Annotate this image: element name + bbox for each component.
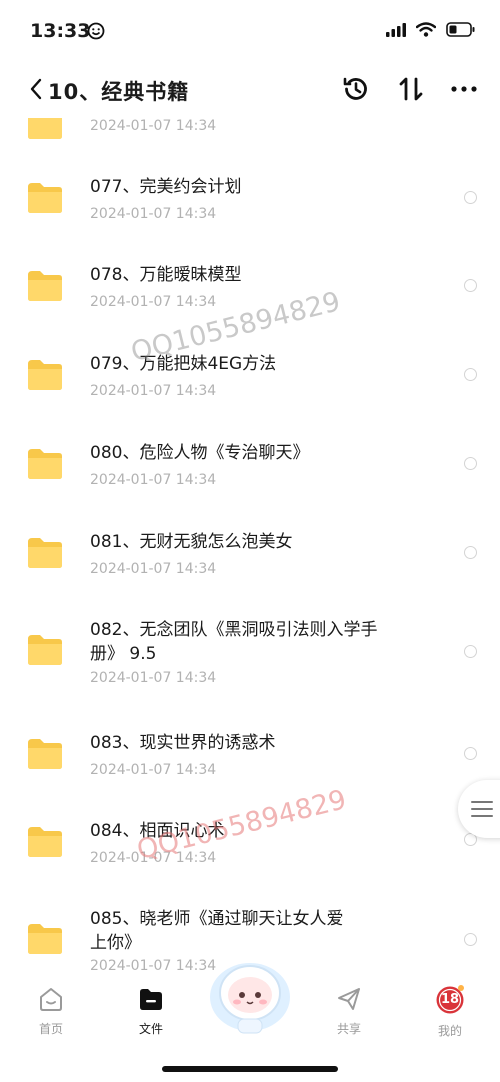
file-date: 2024-01-07 14:34 — [90, 294, 217, 310]
list-item[interactable]: 077、完美约会计划 2024-01-07 14:34 — [0, 172, 500, 232]
folder-icon — [28, 449, 62, 479]
nav-header: 10、经典书籍 — [0, 62, 500, 118]
list-item[interactable]: 081、无财无貌怎么泡美女 2024-01-07 14:34 — [0, 527, 500, 587]
file-name: 080、危险人物《专治聊天》 — [90, 443, 310, 463]
select-radio[interactable] — [464, 645, 477, 658]
back-icon[interactable] — [26, 76, 48, 102]
list-item[interactable]: 079、万能把妹4EG方法 2024-01-07 14:34 — [0, 349, 500, 409]
history-icon[interactable] — [341, 74, 371, 104]
folder-icon — [28, 360, 62, 390]
folder-icon — [28, 739, 62, 769]
share-icon — [338, 988, 360, 1010]
file-date: 2024-01-07 14:34 — [90, 383, 217, 399]
file-date: 2024-01-07 14:34 — [90, 762, 217, 778]
tab-profile[interactable]: 18 我的 — [420, 985, 480, 1039]
file-name: 081、无财无貌怎么泡美女 — [90, 532, 293, 552]
file-date: 2024-01-07 14:34 — [90, 561, 217, 577]
list-item[interactable]: 080、危险人物《专治聊天》 2024-01-07 14:34 — [0, 438, 500, 498]
select-radio[interactable] — [464, 279, 477, 292]
tab-label: 共享 — [336, 1022, 361, 1036]
tab-home[interactable]: 首页 — [21, 985, 81, 1037]
folder-icon — [28, 538, 62, 568]
folder-icon — [28, 924, 62, 954]
file-name: 082、无念团队《黑洞吸引法则入学手册》 9.5 — [90, 620, 378, 664]
folder-icon — [28, 827, 62, 857]
astronaut-mascot-icon — [210, 963, 290, 1034]
profile-badge-text: 18 — [441, 992, 460, 1007]
file-date: 2024-01-07 14:34 — [90, 118, 217, 134]
home-icon — [40, 988, 62, 1011]
home-indicator — [162, 1066, 338, 1072]
file-date: 2024-01-07 14:34 — [90, 958, 217, 974]
folder-icon — [28, 271, 62, 301]
more-icon[interactable] — [449, 74, 479, 104]
folder-icon — [140, 989, 162, 1010]
select-radio[interactable] — [464, 933, 477, 946]
list-item[interactable]: 082、无念团队《黑洞吸引法则入学手册》 9.5 2024-01-07 14:3… — [0, 616, 500, 692]
file-date: 2024-01-07 14:34 — [90, 472, 217, 488]
sort-icon[interactable] — [396, 74, 426, 104]
select-radio[interactable] — [464, 191, 477, 204]
page-title: 10、经典书籍 — [48, 80, 190, 104]
file-name: 083、现实世界的诱惑术 — [90, 733, 276, 753]
file-date: 2024-01-07 14:34 — [90, 670, 217, 686]
assistant-mascot[interactable] — [205, 953, 295, 1035]
select-radio[interactable] — [464, 546, 477, 559]
menu-icon — [471, 801, 493, 817]
select-radio[interactable] — [464, 368, 477, 381]
folder-icon — [28, 183, 62, 213]
select-radio[interactable] — [464, 457, 477, 470]
file-name: 077、完美约会计划 — [90, 177, 242, 197]
tab-label: 文件 — [138, 1022, 163, 1036]
tab-label: 我的 — [437, 1024, 462, 1038]
list-item[interactable]: 083、现实世界的诱惑术 2024-01-07 14:34 — [0, 728, 500, 788]
tab-share[interactable]: 共享 — [319, 985, 379, 1037]
file-date: 2024-01-07 14:34 — [90, 206, 217, 222]
select-radio[interactable] — [464, 747, 477, 760]
folder-icon — [28, 635, 62, 665]
tab-label: 首页 — [38, 1022, 63, 1036]
file-name: 085、晓老师《通过聊天让女人爱上你》 — [90, 909, 344, 953]
tab-files[interactable]: 文件 — [121, 985, 181, 1037]
file-name: 078、万能暧昧模型 — [90, 265, 242, 285]
